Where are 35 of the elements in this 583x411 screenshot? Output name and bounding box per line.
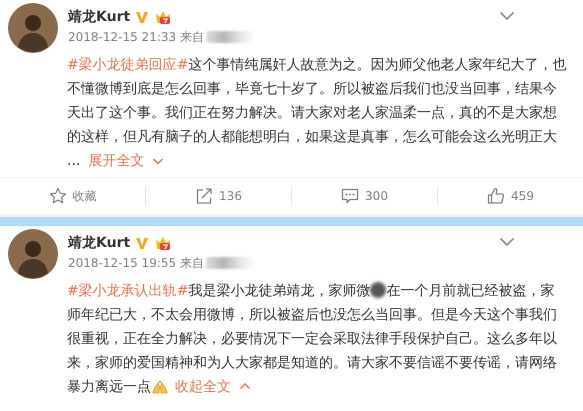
source-label: 来自 (180, 254, 204, 272)
caret-icon[interactable] (152, 156, 164, 166)
caret-icon[interactable] (239, 381, 251, 391)
hashtag-link[interactable]: #梁小龙徒弟回应# (67, 57, 188, 73)
post-time[interactable]: 2018-12-15 21:33 (68, 30, 176, 44)
praying-hands-icon (151, 378, 169, 394)
avatar[interactable] (8, 3, 58, 53)
thumbs-up-icon (487, 187, 506, 205)
share-icon (195, 187, 214, 205)
crown-icon (154, 235, 172, 251)
star-icon (48, 187, 66, 205)
action-button[interactable]: 300 (341, 187, 388, 205)
post-text: #梁小龙徒弟回应#这个事情纯属奸人故意为之。因为师父他老人家年纪大了，也不懂微博到底是怎么回事，毕竟七十岁了。所以被盗后我们也没当回事，结果今天出了这个事。我们正在努力解决。请大家对老人家温柔一点，真的不是大家想的这样，但凡有脑子的人都能想明白，如果这是真事，怎么可能会这么光明正大 (67, 56, 567, 147)
caret-icon[interactable] (499, 11, 515, 21)
action-button[interactable]: 136 (195, 187, 242, 205)
action-button[interactable]: 收藏 (48, 187, 96, 205)
post-text: #梁小龙承认出轨#我是梁小龙徒弟靖龙，家师微 在一个月前就已经被盗，家师年纪已大，不太会用微博，所以被盗后也没怎么当回事。但是今天这个事我们很重视，正在全力解决，必要情况下一定会采取法律手段保护自己。这么多年以来，家师的爱国精神和为人大家都是知道的。请大家不要信谣不要传谣，请网络暴力离远一点 收起全文 (67, 281, 558, 397)
redacted-mark (370, 282, 386, 298)
hashtag-link[interactable]: #梁小龙承认出轨# (67, 283, 188, 299)
caret-icon[interactable] (499, 237, 515, 247)
avatar[interactable] (8, 229, 58, 279)
source-label: 来自 (180, 28, 204, 46)
expand-link[interactable]: 展开全文 (88, 152, 144, 170)
action-button[interactable]: 459 (487, 187, 534, 205)
comment-icon (341, 187, 360, 205)
redacted-mark (206, 257, 256, 269)
post-time[interactable]: 2018-12-15 19:55 (68, 256, 176, 270)
redacted-mark (206, 31, 256, 43)
crown-icon (154, 9, 172, 25)
verified-icon (135, 10, 150, 24)
ellipsis-text: ... (67, 153, 80, 169)
user-name[interactable]: 靖龙Kurt (68, 234, 130, 252)
verified-icon (135, 236, 150, 250)
expand-link[interactable]: 收起全文 (175, 379, 231, 395)
user-name[interactable]: 靖龙Kurt (68, 8, 130, 26)
